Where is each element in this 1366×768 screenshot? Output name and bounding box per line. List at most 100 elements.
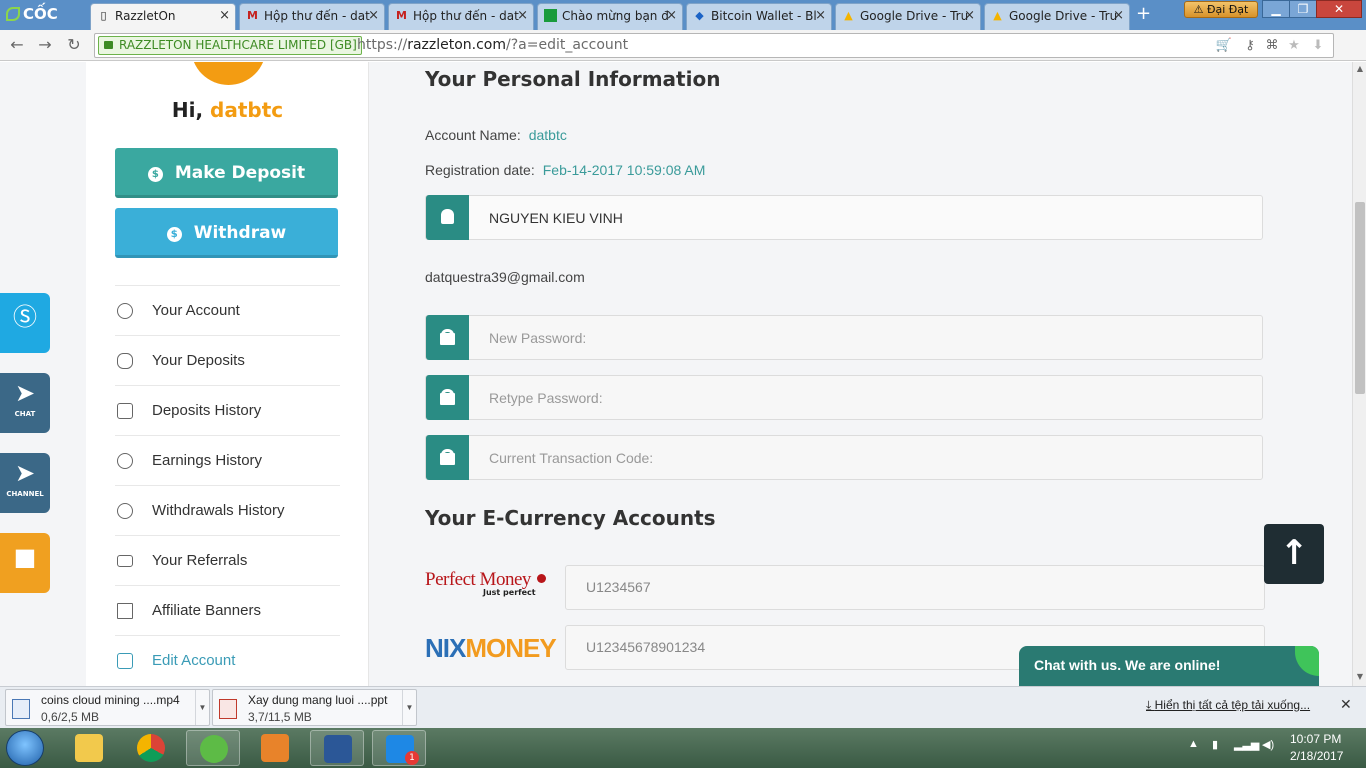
menu-label: Your Account — [152, 302, 240, 319]
skype-button[interactable]: Ⓢ — [0, 293, 50, 353]
tab-google-drive-2[interactable]: ▲ Google Drive - Tru × — [984, 3, 1130, 30]
window-close-button[interactable]: ✕ — [1316, 0, 1362, 18]
menu-withdrawals-history[interactable]: Withdrawals History — [115, 485, 340, 535]
close-icon[interactable]: × — [815, 4, 826, 28]
close-icon[interactable]: × — [517, 4, 528, 28]
scroll-to-top-button[interactable]: ↑ — [1264, 524, 1324, 584]
telegram-chat-button[interactable]: ➤ CHAT — [0, 373, 50, 433]
video-file-icon — [12, 699, 30, 719]
video-button[interactable]: ■ — [0, 533, 50, 593]
zalo-taskbar-button[interactable]: 1 — [372, 730, 426, 766]
tab-razzleton[interactable]: ▯ RazzletOn × — [90, 3, 236, 30]
download-icon[interactable]: ⬇ — [1309, 37, 1327, 55]
scroll-up-icon[interactable]: ▲ — [1355, 64, 1365, 74]
close-icon[interactable]: × — [666, 4, 677, 28]
clock-date[interactable]: 2/18/2017 — [1290, 749, 1343, 763]
tab-welcome[interactable]: Chào mừng bạn đ × — [537, 3, 683, 30]
chevron-down-icon[interactable]: ▼ — [195, 690, 209, 725]
menu-your-referrals[interactable]: Your Referrals — [115, 535, 340, 585]
profile-chip[interactable]: ⚠ Đại Đạt — [1184, 1, 1258, 18]
tab-google-drive-1[interactable]: ▲ Google Drive - Tru × — [835, 3, 981, 30]
menu-your-deposits[interactable]: Your Deposits — [115, 335, 340, 385]
new-password-input[interactable] — [489, 328, 1249, 348]
chat-widget-text: Chat with us. We are online! — [1034, 657, 1221, 673]
ev-certificate-badge[interactable]: RAZZLETON HEALTHCARE LIMITED [GB] — [98, 36, 362, 55]
live-chat-widget[interactable]: Chat with us. We are online! — [1019, 646, 1319, 686]
coccoc-logo[interactable]: CỐC CỐC — [0, 0, 88, 51]
minimize-button[interactable]: ▁ — [1262, 0, 1290, 18]
close-icon[interactable]: × — [1113, 4, 1124, 28]
browser-tab-strip: CỐC CỐC ▯ RazzletOn × M Hộp thư đến - da… — [0, 0, 1366, 51]
chevron-up-icon[interactable]: ▲ — [1188, 738, 1199, 750]
address-bar[interactable]: RAZZLETON HEALTHCARE LIMITED [GB] https:… — [94, 33, 1334, 58]
explorer-taskbar-button[interactable] — [62, 730, 116, 766]
star-icon[interactable]: ★ — [1285, 37, 1303, 55]
retype-password-input[interactable] — [489, 388, 1249, 408]
media-player-taskbar-button[interactable] — [248, 730, 302, 766]
make-deposit-button[interactable]: $ Make Deposit — [115, 148, 338, 198]
back-arrow-icon[interactable]: ← — [6, 34, 28, 56]
tab-bitcoin-wallet[interactable]: ◆ Bitcoin Wallet - Bl × — [686, 3, 832, 30]
menu-earnings-history[interactable]: Earnings History — [115, 435, 340, 485]
volume-icon[interactable]: ◀) — [1262, 738, 1274, 751]
signal-icon[interactable]: ▂▃▅ — [1234, 738, 1259, 751]
chrome-taskbar-button[interactable] — [124, 730, 178, 766]
drive-icon: ▲ — [993, 9, 1002, 22]
account-name-row: Account Name: datbtc — [425, 127, 567, 143]
new-tab-button[interactable]: + — [1136, 5, 1156, 24]
close-icon[interactable]: × — [368, 4, 379, 28]
close-icon[interactable]: × — [219, 4, 230, 28]
e-currency-title: Your E-Currency Accounts — [425, 506, 716, 530]
pm-badge-icon — [537, 574, 546, 583]
telegram-channel-button[interactable]: ➤ CHANNEL — [0, 453, 50, 513]
start-button[interactable] — [6, 730, 44, 766]
menu-your-account[interactable]: Your Account — [115, 285, 340, 335]
maximize-button[interactable]: ❐ — [1289, 0, 1317, 18]
nix-logo-a: NIX — [425, 633, 466, 663]
close-icon[interactable]: ✕ — [1340, 697, 1352, 713]
battery-icon[interactable]: ▮ — [1212, 738, 1218, 751]
gmail-icon: M — [247, 9, 258, 22]
arrow-up-icon: ↑ — [1279, 533, 1309, 573]
clock-time[interactable]: 10:07 PM — [1290, 732, 1341, 746]
download-item[interactable]: Xay dung mang luoi ....ppt 3,7/11,5 MB ▼ — [212, 689, 417, 726]
envelope-icon — [117, 555, 133, 567]
word-icon — [324, 735, 352, 763]
withdraw-button[interactable]: $ Withdraw — [115, 208, 338, 258]
page-scrollbar[interactable]: ▲ ▼ — [1352, 62, 1366, 686]
key-icon[interactable]: ⚷ — [1241, 37, 1259, 55]
reload-icon[interactable]: ↻ — [63, 34, 85, 56]
scroll-down-icon[interactable]: ▼ — [1355, 672, 1365, 682]
tab-gmail-2[interactable]: M Hộp thư đến - dat × — [388, 3, 534, 30]
chevron-down-icon[interactable]: ▼ — [402, 690, 416, 725]
leaf-icon — [6, 7, 20, 21]
channel-caption: CHANNEL — [6, 490, 44, 498]
coccoc-taskbar-button[interactable] — [186, 730, 240, 766]
cart-icon[interactable]: 🛒 — [1215, 37, 1233, 55]
show-all-downloads-link[interactable]: ⤓ Hiển thị tất cả tệp tải xuống... — [1146, 698, 1310, 713]
tab-gmail-1[interactable]: M Hộp thư đến - dat × — [239, 3, 385, 30]
download-item[interactable]: coins cloud mining ....mp4 0,6/2,5 MB ▼ — [5, 689, 210, 726]
registration-date-row: Registration date: Feb-14-2017 10:59:08 A… — [425, 162, 705, 178]
show-all-label: Hiển thị tất cả tệp tải xuống... — [1154, 698, 1311, 712]
avatar — [191, 62, 266, 85]
url-text[interactable]: https://razzleton.com/?a=edit_account — [357, 36, 628, 55]
scroll-thumb[interactable] — [1355, 202, 1365, 394]
download-size: 3,7/11,5 MB — [248, 710, 312, 724]
system-tray: ▲ ▮ ▂▃▅ ◀) 10:07 PM 2/18/2017 — [1180, 728, 1366, 768]
perfect-money-input[interactable]: U1234567 — [565, 565, 1265, 610]
word-taskbar-button[interactable] — [310, 730, 364, 766]
menu-edit-account[interactable]: Edit Account — [115, 635, 340, 685]
perfect-money-logo: Perfect Money Just perfect — [425, 570, 550, 605]
menu-affiliate-banners[interactable]: Affiliate Banners — [115, 585, 340, 635]
transaction-code-input[interactable] — [489, 448, 1249, 468]
email-text: datquestra39@gmail.com — [425, 269, 585, 285]
translate-icon[interactable]: ⌘ — [1263, 37, 1281, 55]
full-name-input[interactable] — [489, 208, 1249, 228]
new-password-field — [425, 315, 1263, 360]
user-icon — [117, 303, 133, 319]
forward-arrow-icon[interactable]: → — [34, 34, 56, 56]
coccoc-icon — [200, 735, 228, 763]
close-icon[interactable]: × — [964, 4, 975, 28]
menu-deposits-history[interactable]: Deposits History — [115, 385, 340, 435]
